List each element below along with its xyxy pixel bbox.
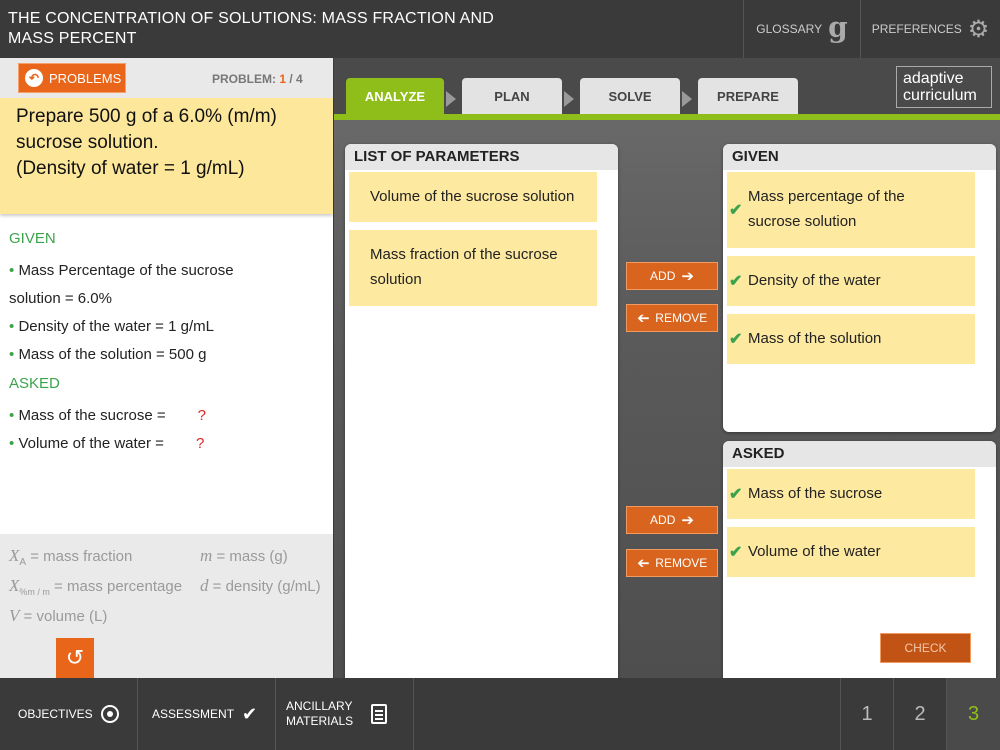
assessment-label: ASSESSMENT [152, 707, 235, 721]
check-icon: ✔ [729, 331, 743, 348]
variable-legend: XA = mass fraction m = mass (g) X%m / m … [0, 534, 333, 678]
parameter-card[interactable]: Mass fraction of the sucrose solution [349, 230, 597, 306]
problem-toolbar: ↶ PROBLEMS PROBLEM: 1 / 4 [0, 58, 333, 98]
page-1-button[interactable]: 1 [841, 678, 893, 750]
prompt-line: (Density of water = 1 g/mL) [16, 158, 245, 179]
tab-analyze[interactable]: ANALYZE [346, 78, 444, 114]
reset-icon: ↺ [65, 645, 85, 670]
legend-mass: m = mass (g) [200, 546, 288, 565]
asked-card[interactable]: ✔ Volume of the water [727, 527, 975, 577]
workspace: ANALYZE PLAN SOLVE PREPARE adaptive curr… [334, 58, 1000, 684]
list-item: • Mass of the solution = 500 g [9, 346, 207, 363]
problem-label: PROBLEM: [212, 72, 276, 86]
check-icon: ✔ [729, 202, 743, 219]
given-card[interactable]: ✔ Mass percentage of the sucrose solutio… [727, 172, 975, 248]
chevron-right-icon [564, 91, 574, 107]
remove-given-button[interactable]: ➔ REMOVE [626, 304, 718, 332]
check-button[interactable]: CHECK [880, 633, 971, 663]
arrow-left-icon: ➔ [636, 555, 650, 572]
problems-icon: ↶ [25, 69, 43, 87]
objectives-button[interactable]: OBJECTIVES [18, 678, 119, 750]
parameter-card[interactable]: Volume of the sucrose solution [349, 172, 597, 222]
add-asked-button[interactable]: ADD ➔ [626, 506, 718, 534]
step-tabs: ANALYZE PLAN SOLVE PREPARE adaptive curr… [334, 58, 1000, 120]
left-panel: ↶ PROBLEMS PROBLEM: 1 / 4 Prepare 500 g … [0, 58, 333, 678]
problem-counter: PROBLEM: 1 / 4 [212, 72, 303, 86]
tab-prepare[interactable]: PREPARE [698, 78, 798, 114]
document-icon [371, 704, 388, 724]
problems-label: PROBLEMS [49, 70, 122, 86]
given-card[interactable]: ✔ Mass of the solution [727, 314, 975, 364]
prompt-line: sucrose solution. [16, 132, 159, 153]
arrow-right-icon: ➔ [681, 268, 694, 285]
tab-underline [334, 114, 1000, 120]
legend-mass-fraction: XA = mass fraction [9, 546, 133, 568]
asked-panel-heading: ASKED [723, 441, 996, 467]
unknown-mark: ? [197, 407, 206, 424]
problem-prompt: Prepare 500 g of a 6.0% (m/m) sucrose so… [0, 98, 333, 214]
footer-divider [137, 678, 138, 750]
arrow-right-icon: ➔ [681, 512, 694, 529]
page-3-button[interactable]: 3 [947, 678, 1000, 750]
check-icon: ✔ [729, 544, 743, 561]
list-item: • Volume of the water =? [9, 430, 329, 458]
preferences-button[interactable]: PREFERENCES ⚙ [861, 0, 1000, 58]
glossary-label: GLOSSARY [756, 22, 823, 36]
footer-divider [413, 678, 414, 750]
legend-density: d = density (g/mL) [200, 576, 321, 595]
list-item: • Mass Percentage of the sucrose [9, 262, 234, 279]
problem-total: / 4 [289, 72, 303, 86]
ancillary-label: ANCILLARY [286, 699, 353, 713]
assessment-button[interactable]: ASSESSMENT ✔ [152, 678, 257, 750]
given-panel: GIVEN ✔ Mass percentage of the sucrose s… [723, 144, 996, 432]
glossary-button[interactable]: GLOSSARY g [744, 0, 860, 58]
problem-current: 1 [279, 72, 287, 86]
list-item: • Density of the water = 1 g/mL [9, 318, 214, 335]
summary-section: GIVEN • Mass Percentage of the sucrose s… [9, 230, 329, 458]
given-card[interactable]: ✔ Density of the water [727, 256, 975, 306]
chevron-right-icon [446, 91, 456, 107]
problems-button[interactable]: ↶ PROBLEMS [18, 63, 126, 93]
list-item: solution = 6.0% [9, 290, 112, 307]
footer-divider [275, 678, 276, 750]
gear-icon: ⚙ [967, 15, 990, 43]
check-icon: ✔ [729, 273, 743, 290]
remove-asked-button[interactable]: ➔ REMOVE [626, 549, 718, 577]
ancillary-materials-button[interactable]: ANCILLARY MATERIALS [286, 678, 388, 750]
given-heading: GIVEN [9, 230, 56, 247]
arrow-left-icon: ➔ [636, 310, 650, 327]
asked-card[interactable]: ✔ Mass of the sucrose [727, 469, 975, 519]
footer-bar: OBJECTIVES ASSESSMENT ✔ ANCILLARY MATERI… [0, 678, 1000, 750]
reset-button[interactable]: ↺ [56, 638, 94, 678]
add-given-button[interactable]: ADD ➔ [626, 262, 718, 290]
glossary-icon: g [828, 10, 848, 44]
checkmark-icon: ✔ [242, 703, 258, 724]
unknown-mark: ? [195, 435, 205, 452]
check-icon: ✔ [729, 486, 743, 503]
logo: adaptive curriculum [896, 66, 992, 108]
tab-plan[interactable]: PLAN [462, 78, 562, 114]
given-panel-heading: GIVEN [723, 144, 996, 170]
page-2-button[interactable]: 2 [894, 678, 946, 750]
prompt-line: Prepare 500 g of a 6.0% (m/m) [16, 106, 277, 127]
page-title: THE CONCENTRATION OF SOLUTIONS: MASS FRA… [8, 10, 494, 47]
parameters-heading: LIST OF PARAMETERS [345, 144, 618, 170]
ancillary-label: MATERIALS [286, 714, 354, 728]
chevron-right-icon [682, 91, 692, 107]
header-bar: THE CONCENTRATION OF SOLUTIONS: MASS FRA… [0, 0, 1000, 58]
legend-mass-percentage: X%m / m = mass percentage [9, 576, 183, 597]
preferences-label: PREFERENCES [871, 22, 962, 36]
list-item: • Mass of the sucrose =? [9, 402, 329, 430]
objectives-label: OBJECTIVES [18, 707, 93, 721]
asked-heading: ASKED [9, 375, 60, 392]
tab-solve[interactable]: SOLVE [580, 78, 680, 114]
legend-volume: V = volume (L) [9, 606, 108, 625]
target-icon [100, 705, 119, 723]
parameters-panel: LIST OF PARAMETERS Volume of the sucrose… [345, 144, 618, 684]
